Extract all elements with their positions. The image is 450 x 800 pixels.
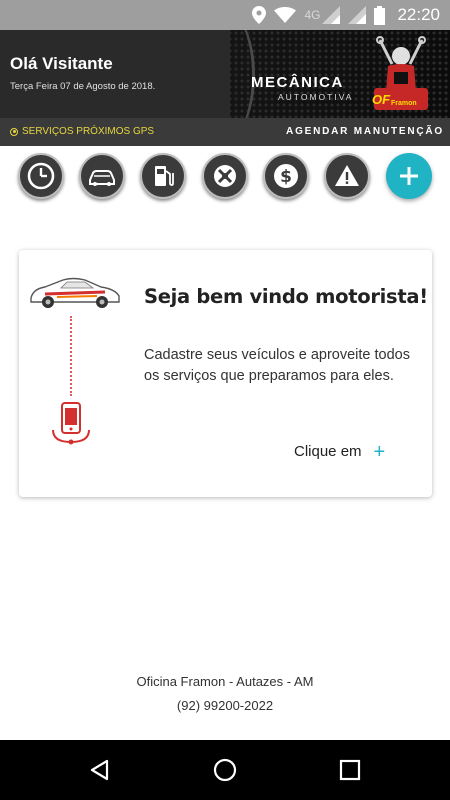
date-text: Terça Feira 07 de Agosto de 2018. <box>10 81 156 92</box>
header-banner: Olá Visitante Terça Feira 07 de Agosto d… <box>0 30 450 118</box>
gps-services-label: SERVIÇOS PRÓXIMOS GPS <box>22 126 155 137</box>
brand-title: MECÂNICA <box>251 74 344 91</box>
back-button[interactable] <box>86 756 114 784</box>
card-title: Seja bem vindo motorista! <box>144 285 428 308</box>
services-button[interactable] <box>202 153 248 199</box>
recents-square-icon <box>339 759 361 781</box>
network-type: 4G <box>304 8 321 22</box>
home-circle-icon <box>213 758 237 782</box>
footer-phone[interactable]: (92) 99200-2022 <box>0 698 450 713</box>
recents-button[interactable] <box>336 756 364 784</box>
dollar-icon: $ <box>274 164 298 188</box>
clock-icon <box>27 162 55 190</box>
signal-icon <box>322 0 341 30</box>
wifi-icon <box>274 0 297 30</box>
plus-icon: + <box>373 440 386 463</box>
gps-services-link[interactable]: SERVIÇOS PRÓXIMOS GPS <box>10 126 154 137</box>
clock-time: 22:20 <box>397 5 440 24</box>
warning-icon <box>335 165 359 186</box>
back-triangle-icon <box>90 759 109 781</box>
logo-name: Framon <box>391 100 417 107</box>
phone-illustration <box>52 402 90 445</box>
history-button[interactable] <box>18 153 64 199</box>
logo-letters: OF <box>372 92 391 107</box>
alerts-button[interactable] <box>324 153 370 199</box>
fuel-pump-icon <box>155 166 174 186</box>
app-screen: 4G 22:20 Olá Visitante Terça Feira 07 de… <box>0 0 450 800</box>
schedule-maintenance-link[interactable]: AGENDAR MANUTENÇÃO <box>286 126 444 137</box>
status-bar: 4G 22:20 <box>0 0 450 30</box>
header-divider-curve <box>195 30 255 118</box>
footer-company: Oficina Framon - Autazes - AM <box>136 674 314 689</box>
car-icon <box>89 170 115 186</box>
dotted-connector <box>70 316 72 396</box>
cta-label: Clique em <box>294 443 362 460</box>
vehicles-button[interactable] <box>79 153 125 199</box>
sports-car-illustration <box>30 277 120 308</box>
navigation-bar <box>0 740 450 800</box>
brand-subtitle: AUTOMOTIVA <box>278 92 354 102</box>
fuel-button[interactable] <box>140 153 186 199</box>
card-description: Cadastre seus veículos e aproveite todos… <box>144 347 410 384</box>
tools-icon <box>214 165 236 187</box>
location-icon <box>252 0 267 30</box>
action-strip: SERVIÇOS PRÓXIMOS GPS AGENDAR MANUTENÇÃO <box>0 118 450 146</box>
add-vehicle-button[interactable] <box>386 153 432 199</box>
home-button[interactable] <box>211 756 239 784</box>
expenses-button[interactable]: $ <box>263 153 309 199</box>
greeting-text: Olá Visitante <box>10 54 113 73</box>
signal-icon <box>348 0 367 30</box>
battery-icon <box>374 0 386 30</box>
radio-dot-icon <box>10 127 18 136</box>
plus-icon <box>400 167 418 185</box>
card-cta-link[interactable]: Clique em + <box>294 440 386 463</box>
svg-text:$: $ <box>280 167 292 187</box>
welcome-card: Seja bem vindo motorista! Cadastre seus … <box>19 250 432 497</box>
